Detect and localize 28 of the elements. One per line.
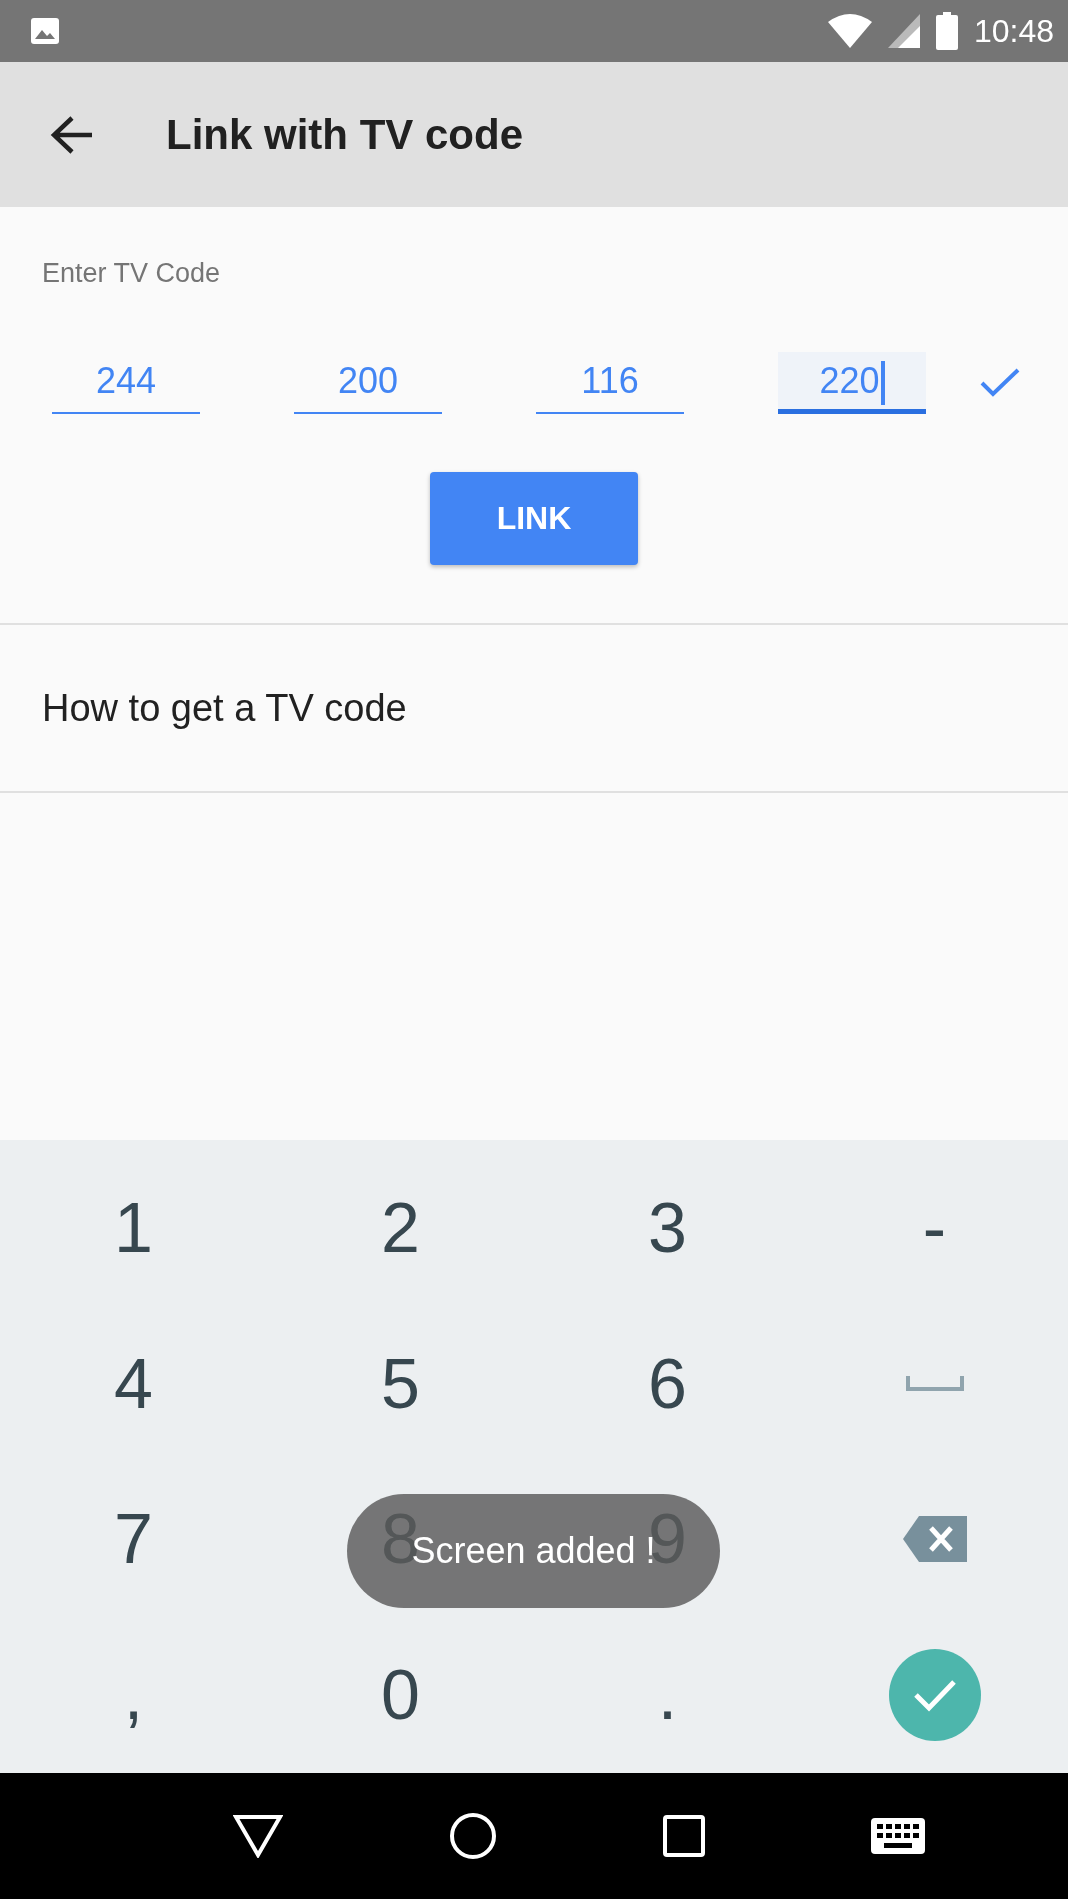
keyboard-key[interactable]: . xyxy=(657,1660,678,1731)
keyboard-key[interactable]: 1 xyxy=(114,1192,153,1263)
keyboard-key[interactable]: - xyxy=(922,1192,947,1263)
field-label: Enter TV Code xyxy=(41,257,221,290)
backspace-icon[interactable] xyxy=(902,1516,967,1563)
wifi-icon xyxy=(827,14,872,48)
screen-title: Link with TV code xyxy=(166,110,524,160)
check-icon[interactable] xyxy=(980,367,1020,398)
keyboard-icon[interactable] xyxy=(871,1818,925,1854)
keyboard-key[interactable]: , xyxy=(123,1660,144,1731)
help-link[interactable]: How to get a TV code xyxy=(0,624,1068,791)
back-triangle-icon[interactable] xyxy=(233,1814,283,1858)
keyboard-key[interactable]: 7 xyxy=(114,1504,153,1575)
keyboard-key[interactable]: 6 xyxy=(648,1348,687,1419)
link-button[interactable]: LINK xyxy=(430,471,638,565)
square-icon[interactable] xyxy=(663,1815,705,1857)
clock-time: 10:48 xyxy=(973,12,1054,51)
battery-icon xyxy=(935,12,958,50)
keyboard-key[interactable]: 0 xyxy=(381,1660,420,1731)
back-arrow-icon[interactable] xyxy=(50,114,94,155)
home-circle-icon[interactable] xyxy=(449,1812,497,1860)
keyboard-key[interactable]: 3 xyxy=(648,1192,687,1263)
check-icon xyxy=(912,1678,957,1713)
signal-icon xyxy=(887,14,920,48)
keyboard-key[interactable]: 2 xyxy=(381,1192,420,1263)
keyboard-key[interactable]: 4 xyxy=(114,1348,153,1419)
keyboard-key[interactable]: 5 xyxy=(381,1348,420,1419)
image-icon xyxy=(30,17,60,45)
